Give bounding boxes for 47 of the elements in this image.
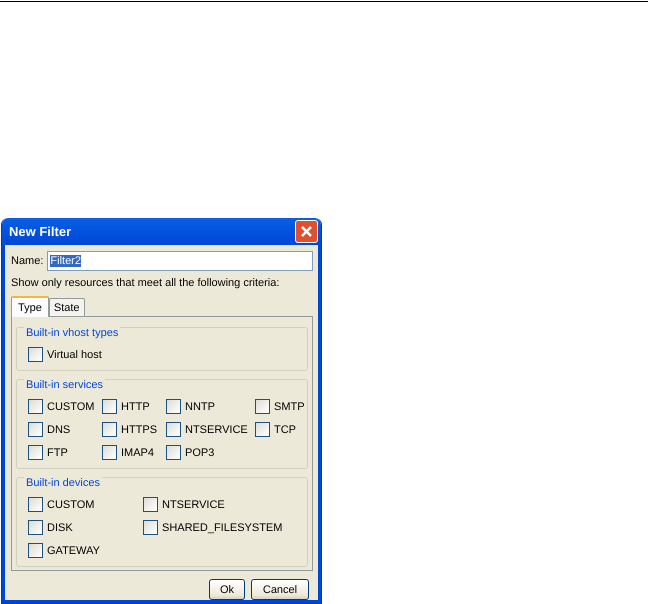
checkbox-label: NTSERVICE [185,424,248,436]
checkbox[interactable] [28,347,43,362]
checkbox[interactable] [28,445,43,460]
checkbox-label: DNS [47,424,70,436]
checkbox[interactable] [102,399,117,414]
checkbox-label: CUSTOM [47,498,94,510]
checkbox[interactable] [255,399,270,414]
close-icon [300,225,313,238]
checkbox[interactable] [143,520,158,535]
group-title: Built-in devices [24,477,102,489]
checkbox-label: Virtual host [47,348,102,360]
ok-button[interactable]: Ok [209,579,245,600]
checkbox-label: SHARED_FILESYSTEM [162,522,282,534]
checkbox-label: SMTP [274,400,305,412]
tab[interactable]: State [48,298,85,316]
tab[interactable]: Type [11,296,49,317]
window-title: New Filter [9,224,72,239]
checkbox-label: NNTP [185,400,215,412]
group-title: Built-in services [24,379,106,391]
cancel-button[interactable]: Cancel [251,579,309,600]
checkbox-label: IMAP4 [121,446,154,458]
checkbox-label: FTP [47,446,68,458]
checkbox[interactable] [166,422,181,437]
checkbox-label: GATEWAY [47,544,100,556]
checkbox-label: NTSERVICE [162,498,225,510]
checkbox[interactable] [166,399,181,414]
checkbox-label: POP3 [185,446,214,458]
checkbox[interactable] [28,422,43,437]
checkbox[interactable] [255,422,270,437]
checkbox[interactable] [28,497,43,512]
checkbox[interactable] [102,445,117,460]
checkbox-label: TCP [274,424,296,436]
checkbox[interactable] [102,422,117,437]
close-button[interactable] [295,220,318,243]
field-label: Name: [11,255,44,267]
checkbox[interactable] [28,399,43,414]
checkbox[interactable] [28,520,43,535]
checkbox-label: DISK [47,522,73,534]
checkbox-label: HTTPS [121,424,158,436]
checkbox-label: HTTP [121,400,150,412]
group-title: Built-in vhost types [24,327,120,339]
checkbox-label: CUSTOM [47,400,94,412]
name-field[interactable]: Filter2 [47,251,313,271]
description: Show only resources that meet all the following criteria: [11,277,280,289]
checkbox[interactable] [143,497,158,512]
checkbox[interactable] [166,445,181,460]
checkbox[interactable] [28,543,43,558]
